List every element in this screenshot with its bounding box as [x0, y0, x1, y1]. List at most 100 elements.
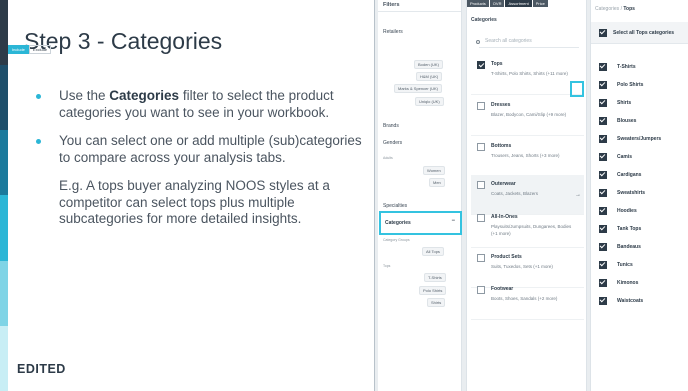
category-name: Bottoms [491, 143, 512, 149]
gender-tag[interactable]: Women [423, 166, 445, 175]
categories-panel: Products OVR Assortment Price Categories… [466, 0, 587, 391]
subcategory-item[interactable]: Waistcoats [591, 293, 688, 311]
subcategory-checkbox[interactable] [599, 63, 607, 71]
expand-highlight[interactable] [570, 81, 584, 97]
subcategory-label: Shirts [617, 100, 632, 106]
subcategory-label: T-Shirts [617, 64, 636, 70]
subcategory-item[interactable]: Kimonos [591, 275, 688, 293]
category-item-bottoms[interactable]: Bottoms Trousers, Jeans, Shorts (+3 more… [471, 137, 584, 177]
breadcrumb-root[interactable]: Categories [595, 6, 619, 12]
subcategory-label: Tunics [617, 262, 633, 268]
stripe-segment [0, 130, 8, 196]
include-exclude-toggle[interactable]: Include Exclude [8, 45, 52, 54]
retailer-tag[interactable]: Marks & Spencer (UK) [394, 84, 443, 93]
subcategory-item[interactable]: Tank Tops [591, 221, 688, 239]
tab-price[interactable]: Price [532, 0, 548, 7]
subcategory-item[interactable]: Hoodies [591, 203, 688, 221]
subcategory-checkbox[interactable] [599, 207, 607, 215]
stripe-segment [0, 0, 8, 66]
category-subcategories: T-Shirts, Polo Shirts, Shirts (+11 more) [491, 71, 568, 76]
subcategory-checkbox[interactable] [599, 81, 607, 89]
include-option[interactable]: Include [8, 45, 29, 54]
category-search-input[interactable]: Search all categories [476, 38, 579, 48]
subcategory-item[interactable]: Polo Shirts [591, 77, 688, 95]
tops-tag[interactable]: Shirts [427, 298, 446, 307]
category-name: Tops [491, 61, 503, 67]
stripe-segment [0, 325, 8, 391]
retailer-tag[interactable]: Uniqlo (UK) [415, 97, 444, 106]
filters-header: Filters [378, 0, 461, 12]
category-subcategories: Boots, Shoes, Sandals (+2 more) [491, 296, 558, 301]
tab-bar: Products OVR Assortment Price [467, 0, 588, 7]
subcategory-label: Sweaters/Jumpers [617, 136, 662, 142]
category-item-footwear[interactable]: Footwear Boots, Shoes, Sandals (+2 more) [471, 280, 584, 320]
tops-group-label: Tops [383, 264, 391, 268]
subcategory-label: Kimonos [617, 280, 639, 286]
subcategory-checkbox[interactable] [599, 225, 607, 233]
subcategory-checkbox[interactable] [599, 153, 607, 161]
subcategory-checkbox[interactable] [599, 279, 607, 287]
category-checkbox[interactable] [477, 143, 485, 151]
filter-section-brands[interactable]: Brands [383, 123, 399, 129]
subcategory-label: Camis [617, 154, 633, 160]
tops-tag[interactable]: T-Shirts [424, 273, 446, 282]
filter-section-categories[interactable]: Categories − [379, 211, 462, 235]
retailer-tag[interactable]: Boden (UK) [414, 60, 443, 69]
subcategory-item[interactable]: Sweatshirts [591, 185, 688, 203]
decorative-stripe [0, 0, 8, 391]
subcategory-label: Tank Tops [617, 226, 642, 232]
category-checkbox[interactable] [477, 286, 485, 294]
filters-panel: Filters Retailers Brands Genders Adults … [378, 0, 462, 391]
gender-tag[interactable]: Men [429, 178, 445, 187]
subcategory-checkbox[interactable] [599, 117, 607, 125]
subcategory-item[interactable]: Blouses [591, 113, 688, 131]
group-tag[interactable]: All Tops [422, 247, 444, 256]
breadcrumb: Categories / Tops [595, 6, 635, 12]
subcategory-checkbox[interactable] [599, 135, 607, 143]
subcategory-item[interactable]: Bandeaus [591, 239, 688, 257]
subcategory-checkbox[interactable] [599, 297, 607, 305]
subcategory-item[interactable]: Sweaters/Jumpers [591, 131, 688, 149]
category-checkbox[interactable] [477, 102, 485, 110]
filter-section-genders[interactable]: Genders [383, 140, 402, 146]
search-icon [476, 40, 480, 44]
tab-products[interactable]: Products [467, 0, 489, 7]
category-name: Outerwear [491, 181, 516, 187]
filter-section-retailers[interactable]: Retailers [383, 29, 403, 35]
subcategory-checkbox[interactable] [599, 261, 607, 269]
category-subcategories: Trousers, Jeans, Shorts (+3 more) [491, 153, 560, 158]
category-subcategories: Blazer, Bodycon, Cami/Slip (+9 more) [491, 112, 567, 117]
select-all-row[interactable]: Select all Tops categories [591, 22, 688, 44]
subcategory-checkbox[interactable] [599, 99, 607, 107]
category-item-all-in-ones[interactable]: All-In-Ones Playsuits/Jumpsuits, Dungare… [471, 208, 584, 248]
tops-subcategory-panel: Categories / Tops Select all Tops catego… [590, 0, 688, 391]
subcategory-item[interactable]: Shirts [591, 95, 688, 113]
subcategory-label: Hoodies [617, 208, 637, 214]
retailer-tag[interactable]: H&M (UK) [416, 72, 443, 81]
tops-tag[interactable]: Polo Shirts [419, 286, 447, 295]
category-item-dresses[interactable]: Dresses Blazer, Bodycon, Cami/Slip (+9 m… [471, 96, 584, 136]
subcategory-checkbox[interactable] [599, 171, 607, 179]
subcategory-item[interactable]: Camis [591, 149, 688, 167]
subcategory-item[interactable]: Tunics [591, 257, 688, 275]
subcategory-checkbox[interactable] [599, 243, 607, 251]
subcategory-item[interactable]: Cardigans [591, 167, 688, 185]
tab-ovr[interactable]: OVR [489, 0, 505, 7]
bullet-dot [36, 139, 41, 144]
arrow-right-icon[interactable]: → [575, 192, 581, 198]
subcategory-label: Bandeaus [617, 244, 641, 250]
select-all-checkbox[interactable] [599, 29, 607, 37]
subcategory-checkbox[interactable] [599, 189, 607, 197]
collapse-icon[interactable]: − [451, 218, 455, 224]
filter-section-specialties[interactable]: Specialties [383, 203, 407, 209]
category-checkbox[interactable] [477, 181, 485, 189]
category-checkbox[interactable] [477, 214, 485, 222]
slide-title: Step 3 - Categories [24, 28, 223, 54]
category-item-tops[interactable]: Tops T-Shirts, Polo Shirts, Shirts (+11 … [471, 55, 584, 95]
subcategory-item[interactable]: T-Shirts [591, 59, 688, 77]
category-checkbox[interactable] [477, 61, 485, 69]
search-placeholder: Search all categories [485, 38, 532, 44]
exclude-option[interactable]: Exclude [28, 45, 52, 54]
tab-assortment[interactable]: Assortment [505, 0, 532, 7]
category-checkbox[interactable] [477, 254, 485, 262]
